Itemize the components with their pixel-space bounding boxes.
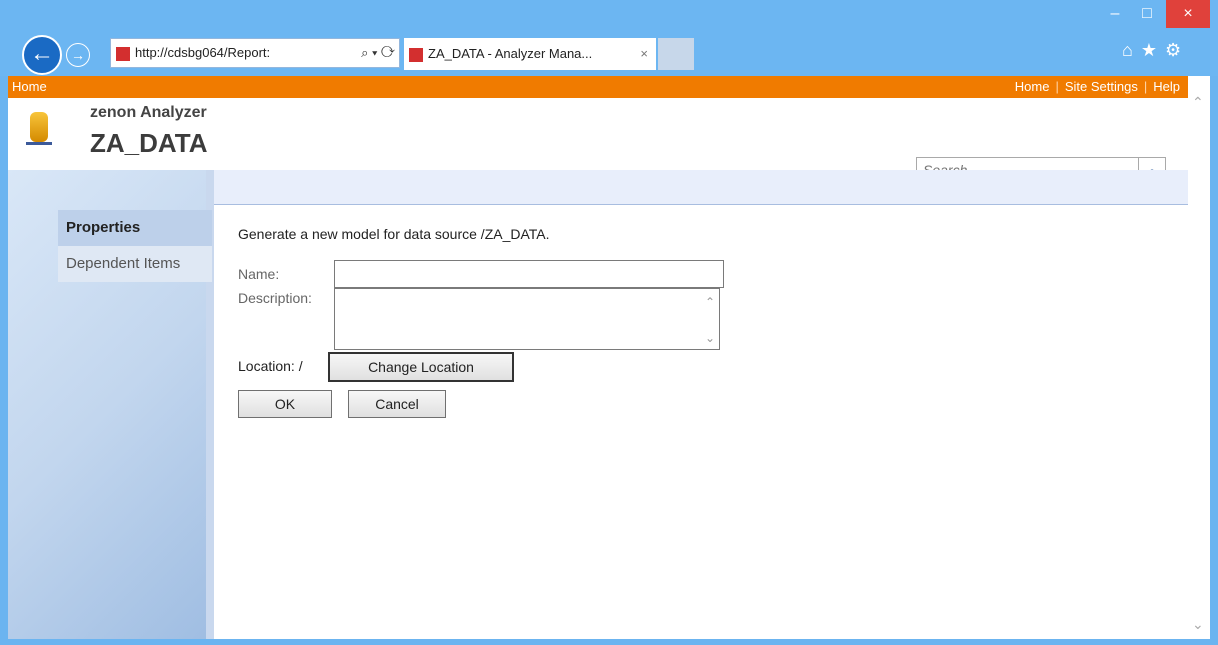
site-favicon-icon: [115, 45, 131, 62]
separator: |: [1143, 79, 1148, 94]
top-links: Home | Site Settings | Help: [1015, 76, 1180, 98]
help-link[interactable]: Help: [1153, 79, 1180, 94]
nav-dependent-items[interactable]: Dependent Items: [58, 246, 212, 282]
change-location-button[interactable]: Change Location: [328, 352, 514, 382]
scroll-up-icon[interactable]: ⌃: [1192, 94, 1204, 111]
page-header: zenon Analyzer ZA_DATA ⌕: [8, 98, 1188, 185]
ok-button[interactable]: OK: [238, 390, 332, 418]
home-link-right[interactable]: Home: [1015, 79, 1050, 94]
home-link[interactable]: Home: [12, 76, 47, 98]
tab-za-data[interactable]: ZA_DATA - Analyzer Mana... ×: [404, 38, 656, 70]
forward-button[interactable]: →: [66, 43, 90, 67]
name-field[interactable]: [334, 260, 724, 288]
page-title: ZA_DATA: [90, 128, 208, 158]
maximize-button[interactable]: □: [1132, 0, 1162, 28]
page-content: Home Home | Site Settings | Help zenon Analy…: [8, 76, 1188, 639]
database-base-icon: [26, 142, 52, 145]
toolbar-strip: [214, 170, 1188, 205]
close-window-button[interactable]: ×: [1166, 0, 1210, 28]
separator: |: [1055, 79, 1059, 94]
chevron-down-icon[interactable]: ⌄: [705, 331, 715, 345]
minimize-button[interactable]: –: [1100, 0, 1130, 28]
name-label: Name:: [238, 266, 280, 282]
database-icon: [30, 112, 48, 142]
address-tools[interactable]: ⌕ ▾ ⟳: [361, 39, 395, 67]
address-bar[interactable]: http://cdsbg064/Report: ⌕ ▾ ⟳: [110, 38, 400, 68]
tab-title: ZA_DATA - Analyzer Mana...: [428, 46, 593, 61]
location-label: Location: /: [238, 358, 303, 374]
description-label: Description:: [238, 290, 312, 306]
back-button[interactable]: ←: [22, 35, 62, 75]
nav-properties[interactable]: Properties: [58, 210, 212, 246]
browser-tool-icons[interactable]: ⌂★⚙: [1122, 40, 1189, 61]
top-navigation: Home Home | Site Settings | Help: [8, 76, 1188, 98]
scroll-down-icon[interactable]: ⌄: [1192, 616, 1204, 633]
site-settings-link[interactable]: Site Settings: [1065, 79, 1138, 94]
tab-favicon-icon: [408, 46, 424, 63]
page-scrollbar[interactable]: ⌃ ⌄: [1188, 76, 1210, 639]
address-text: http://cdsbg064/Report:: [135, 45, 271, 60]
form-intro: Generate a new model for data source /ZA…: [238, 226, 550, 242]
cancel-button[interactable]: Cancel: [348, 390, 446, 418]
chevron-up-icon[interactable]: ⌃: [705, 295, 715, 309]
browser-titlebar: – □ × ← → http://cdsbg064/Report: ⌕ ▾ ⟳ …: [0, 0, 1218, 76]
tab-close-icon[interactable]: ×: [640, 38, 648, 70]
description-field[interactable]: ⌃ ⌄: [334, 288, 720, 350]
site-name: zenon Analyzer: [90, 104, 207, 121]
new-tab-button[interactable]: [658, 38, 694, 70]
